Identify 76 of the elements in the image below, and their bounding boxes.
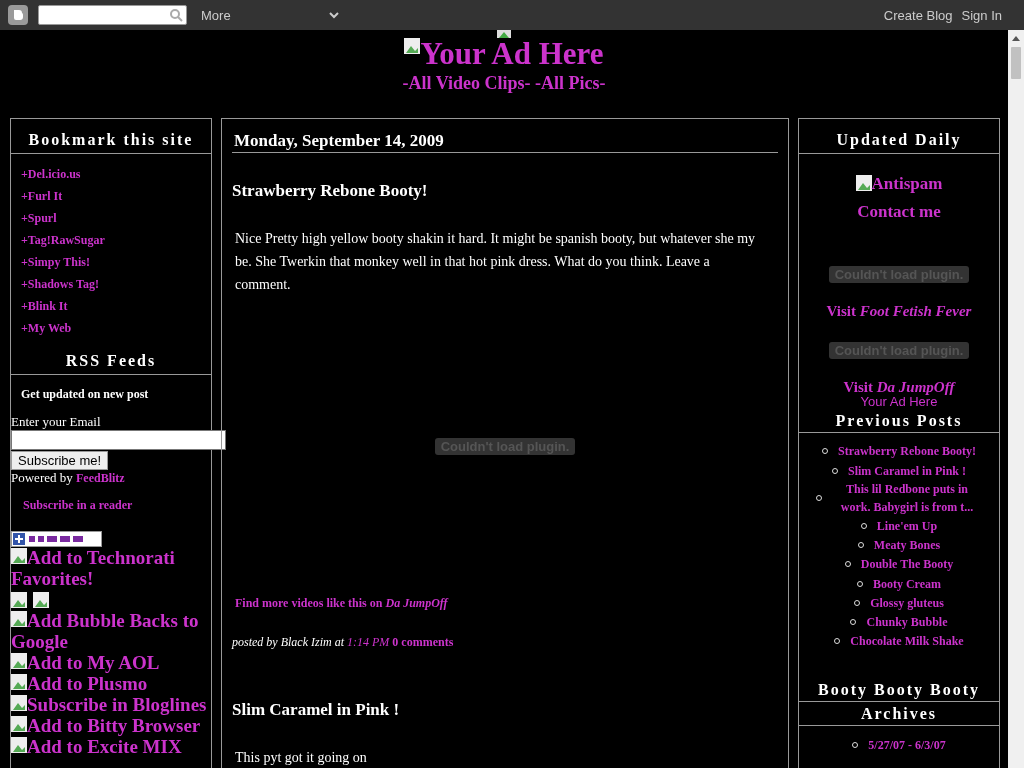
bookmark-link[interactable]: +Simpy This! (21, 254, 201, 270)
bookmark-link[interactable]: +Furl It (21, 188, 201, 204)
post-author: posted by Black Izim at (232, 635, 344, 649)
post-body: Nice Pretty high yellow booty shakin it hard. It might be spanish booty, but whatever she my be. She Twerkin that monkey well in that hot pink dress. What do you think. Leave a comment. (235, 230, 757, 294)
previous-post-link[interactable]: Booty Cream (872, 574, 942, 593)
chevron-down-icon[interactable] (328, 11, 339, 19)
add-badge-icon[interactable] (11, 531, 102, 547)
post-body: This pyt got it going on (235, 749, 368, 767)
feed-link[interactable]: Subscribe in Bloglines (11, 694, 226, 715)
bookmark-link[interactable]: +My Web (21, 320, 201, 336)
broken-image-icon[interactable] (11, 591, 27, 608)
comments-link[interactable]: 0 comments (392, 635, 454, 649)
bookmark-link[interactable]: +Tag!RawSugar (21, 232, 201, 248)
previous-post-link[interactable]: Double The Booty (860, 555, 954, 574)
post-time-link[interactable]: 1:14 PM (347, 635, 390, 649)
rss-prompt: Get updated on new post (20, 386, 150, 403)
broken-image-icon (497, 30, 511, 38)
email-label: Enter your Email (11, 414, 102, 430)
feed-link[interactable]: Add to Plusmo (11, 673, 226, 694)
visit-link[interactable]: Visit Da JumpOff (843, 379, 955, 396)
broken-image-icon (11, 716, 27, 732)
ad-link[interactable]: Your Ad Here (860, 394, 938, 409)
navbar-link[interactable]: Create Blog (883, 7, 953, 23)
widget-title: Archives (799, 702, 999, 727)
broken-image-icon (11, 695, 27, 711)
broken-image-icon[interactable] (33, 591, 49, 608)
more-menu[interactable]: More (201, 7, 231, 23)
previous-post-link[interactable]: Slim Caramel in Pink ! (848, 461, 966, 480)
date-header: Monday, September 14, 2009 (232, 129, 778, 153)
previous-post-link[interactable]: Chunky Bubble (866, 613, 948, 631)
previous-post-link[interactable]: This lil Redbone puts in work. Babygirl is from t... (832, 479, 982, 516)
broken-image-icon (11, 548, 27, 564)
post-title: Slim Caramel in Pink ! (232, 700, 401, 720)
previous-post-link[interactable]: Chocolate Milk Shake (850, 632, 964, 651)
feed-link[interactable]: Add Bubble Backs to Google (11, 610, 226, 652)
broken-image-icon (11, 611, 27, 627)
bookmark-link[interactable]: +Shadows Tag! (21, 276, 201, 292)
ad-link[interactable]: Your Ad Here (420, 38, 604, 70)
scrollbar-thumb[interactable] (1011, 47, 1021, 79)
powered-by-text: Powered by (11, 470, 73, 485)
blog-description: -All Video Clips- -All Pics- (402, 73, 606, 94)
broken-image-icon (404, 38, 421, 54)
feed-link[interactable]: Add to Excite MIX (11, 736, 226, 757)
previous-post-link[interactable]: Strawberry Rebone Booty! (838, 442, 976, 461)
widget-title: Bookmark this site (11, 119, 211, 154)
reader-link[interactable]: Subscribe in a reader (11, 486, 211, 531)
blogger-logo-icon[interactable] (8, 5, 28, 25)
feed-link[interactable]: Add to My AOL (11, 652, 226, 673)
bookmark-link[interactable]: +Del.icio.us (21, 166, 201, 182)
scrollbar[interactable] (1008, 30, 1024, 768)
email-field[interactable] (11, 430, 226, 450)
archive-link[interactable]: 5/27/07 - 6/3/07 (868, 735, 946, 754)
scroll-up-icon[interactable] (1012, 36, 1020, 41)
more-videos-link[interactable]: Find more videos like this on Da JumpOff (235, 596, 775, 611)
broken-image-icon (11, 653, 27, 669)
widget-title: RSS Feeds (11, 340, 211, 375)
previous-post-link[interactable]: Glossy gluteus (870, 593, 944, 612)
navbar-link[interactable]: Sign In (961, 7, 1002, 23)
widget-title: Booty Booty Booty (799, 678, 999, 703)
search-field[interactable] (38, 5, 187, 25)
post-title: Strawberry Rebone Booty! (232, 181, 429, 201)
widget-title: Updated Daily (799, 119, 999, 154)
subscribe-button[interactable]: Subscribe me! (11, 451, 109, 470)
previous-post-link[interactable]: Line'em Up (876, 516, 938, 535)
broken-image-icon (11, 737, 27, 753)
contact-link[interactable]: Contact me (857, 202, 941, 222)
visit-link[interactable]: Visit Foot Fetish Fever (826, 303, 972, 320)
previous-post-link[interactable]: Meaty Bones (873, 536, 941, 554)
broken-image-icon (11, 674, 27, 690)
feedblitz-link[interactable]: FeedBlitz (76, 471, 125, 485)
broken-image-icon (855, 175, 872, 191)
widget-title: Previous Posts (799, 409, 999, 433)
feed-link[interactable]: Add to Technorati Favorites! (11, 547, 226, 589)
bookmark-link[interactable]: +Spurl (21, 210, 201, 226)
feed-link[interactable]: Add to Bitty Browser (11, 715, 226, 736)
bookmark-link[interactable]: +Blink It (21, 298, 201, 314)
